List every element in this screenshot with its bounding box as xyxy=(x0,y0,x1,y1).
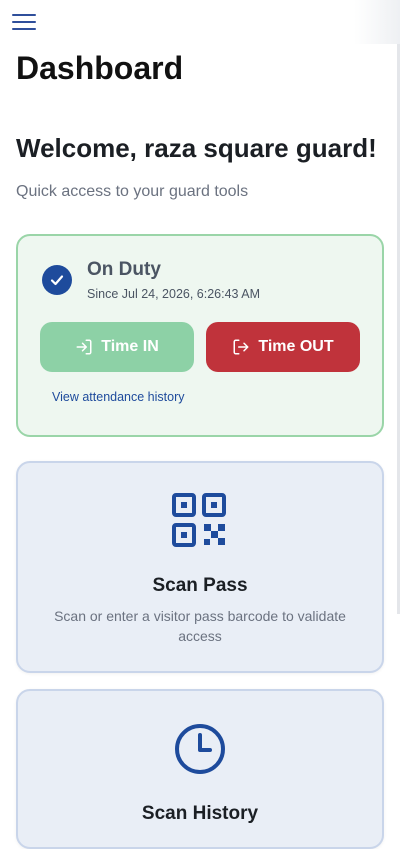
attendance-history-link[interactable]: View attendance history xyxy=(52,390,185,404)
scan-pass-title: Scan Pass xyxy=(152,575,248,596)
scan-pass-description: Scan or enter a visitor pass barcode to … xyxy=(54,608,346,644)
logout-icon xyxy=(233,339,249,355)
check-circle-icon xyxy=(42,265,72,295)
time-in-button[interactable]: Time IN xyxy=(40,322,194,372)
time-out-label: Time OUT xyxy=(258,338,334,355)
time-out-button[interactable]: Time OUT xyxy=(206,322,360,372)
scan-history-title: Scan History xyxy=(141,803,259,824)
welcome-heading: Welcome, raza square guard! xyxy=(16,133,377,163)
login-icon xyxy=(76,339,92,355)
duty-status-card: On Duty Since Jul 24, 2026, 6:26:43 AM T… xyxy=(16,234,384,437)
clock-icon xyxy=(175,724,225,774)
qr-code-icon xyxy=(172,493,226,547)
duty-status-label: On Duty xyxy=(87,259,161,280)
time-in-label: Time IN xyxy=(101,338,159,355)
duty-since-timestamp: Since Jul 24, 2026, 6:26:43 AM xyxy=(87,287,261,301)
scan-history-card[interactable]: Scan History xyxy=(16,689,384,849)
page-title: Dashboard xyxy=(16,50,184,86)
hamburger-menu-icon[interactable] xyxy=(12,14,38,32)
top-bar xyxy=(0,0,400,44)
scan-pass-card[interactable]: Scan Pass Scan or enter a visitor pass b… xyxy=(16,461,384,673)
top-bar-edge xyxy=(354,0,400,44)
welcome-subtitle: Quick access to your guard tools xyxy=(16,183,249,200)
